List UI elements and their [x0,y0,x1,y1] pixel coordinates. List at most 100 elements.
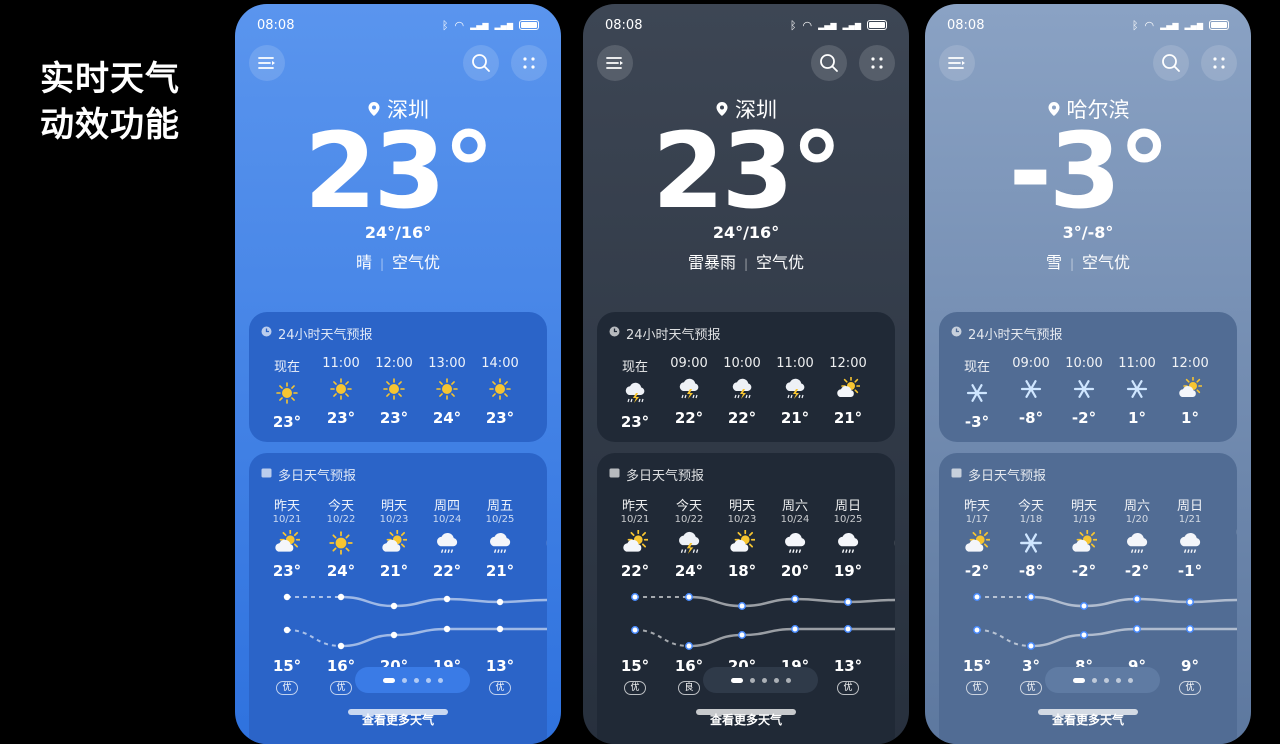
day-icon-wrap [1059,529,1109,560]
day-label: 明天 [380,499,407,514]
daily-low: 9 [1219,657,1237,675]
grid-dots-icon [871,57,883,69]
page-dot[interactable] [401,677,407,683]
page-dot[interactable] [1115,677,1121,683]
daily-item[interactable]: 周五 10/25 21° [475,495,525,580]
current-temperature: 23° [304,110,495,232]
low-temp-line-point [738,631,746,639]
daily-item[interactable]: 周四 10/24 22° [422,495,472,580]
daily-item[interactable]: 明天 10/23 18° [717,495,767,580]
rain-icon [434,530,460,560]
search-button[interactable] [463,45,499,81]
page-indicator[interactable] [355,667,470,693]
more-weather-link[interactable]: 查看更多天气 [235,711,561,728]
hourly-forecast-card[interactable]: 24小时天气预报 现在 23° 11:00 23° 12:00 23° 13:00 24° 14:… [249,312,547,442]
day-label: 周六 [781,499,808,514]
search-button[interactable] [1153,45,1189,81]
more-options-button[interactable] [511,45,547,81]
page-dot[interactable] [437,677,443,683]
page-dot[interactable] [1091,677,1097,683]
daily-forecast-card[interactable]: 多日天气预报 昨天 1/17 -2° 15° 优今天 1/18 -8° 3° 优明天 1/19 -2°… [939,453,1237,744]
more-weather-link[interactable]: 查看更多天气 [925,711,1251,728]
city-menu-button[interactable] [249,45,285,81]
city-menu-button[interactable] [939,45,975,81]
daily-item[interactable]: 周- [1219,495,1237,569]
daily-item[interactable]: 周10 2 [877,495,895,580]
more-options-button[interactable] [859,45,895,81]
city-menu-button[interactable] [597,45,633,81]
daily-item[interactable]: 今天 10/22 24° [316,495,366,580]
hourly-forecast-card[interactable]: 24小时天气预报 现在 23° 09:00 22° 10:00 22° 11:00 21° 12:… [597,312,895,442]
daily-item[interactable]: 今天 1/18 -8° [1006,495,1056,580]
status-time: 08:08 [257,17,295,33]
air-quality[interactable]: 空气优 [392,253,440,272]
page-dot[interactable] [1072,677,1085,683]
day-label: 周日 [834,499,861,514]
aqi-badge: 优 [1020,681,1042,695]
daily-item[interactable]: 明天 1/19 -2° [1059,495,1109,580]
separator: | [379,257,385,271]
more-weather-link[interactable]: 查看更多天气 [583,711,909,728]
high-temp-line-point [390,602,398,610]
daily-forecast-card[interactable]: 多日天气预报 昨天 10/21 23° 15° 优今天 10/22 24° 16° 优明天 10/2… [249,453,547,744]
page-dot[interactable] [425,677,431,683]
page-dot[interactable] [761,677,767,683]
daily-item[interactable]: 周日 1/21 -1° [1165,495,1215,580]
status-bar: 08:08 ᛒ ◠ ▂▄▆ ▂▄▆ [257,16,539,34]
daily-item[interactable]: 周日 10/25 19° [823,495,873,580]
date-label: 1/19 [1072,514,1096,525]
clock-icon [609,326,620,341]
wifi-icon: ◠ [1144,18,1155,32]
daily-item[interactable]: 周1 2 [529,495,547,580]
daily-forecast-card[interactable]: 多日天气预报 昨天 10/21 22° 15° 优今天 10/22 24° 16° 良明天 10/2… [597,453,895,744]
page-dot[interactable] [773,677,779,683]
day-icon-wrap [529,530,547,560]
air-quality[interactable]: 空气优 [1082,253,1130,272]
low-temp-line-point [496,625,504,633]
page-dot[interactable] [382,677,395,683]
daily-item[interactable]: 周六 10/24 20° [770,495,820,580]
day-high-temp: 19° [833,562,863,580]
date-label: 10/23 [379,514,409,525]
page-dot[interactable] [1127,677,1133,683]
hour-label: 现在 [963,360,990,375]
page-dot[interactable] [1103,677,1109,683]
page-dot[interactable] [785,677,791,683]
page-indicator[interactable] [1045,667,1160,693]
headline-line-2: 动效功能 [40,105,180,145]
daily-item[interactable]: 今天 10/22 24° [664,495,714,580]
page-indicator[interactable] [703,667,818,693]
daily-item[interactable]: 明天 10/23 21° [369,495,419,580]
cloud-sun-icon [381,529,408,560]
sun-icon [275,381,299,409]
hourly-item: 11:00 23° [316,356,366,427]
day-high-temp: 21° [485,562,515,580]
page-dot[interactable] [749,677,755,683]
hour-icon-wrap [1112,377,1162,405]
day-icon-wrap [823,530,873,560]
hour-icon-wrap [422,377,472,405]
hour-temp: - [1219,409,1237,427]
day-icon-wrap [475,530,525,560]
weather-phone-sunny: 08:08 ᛒ ◠ ▂▄▆ ▂▄▆ 深圳 23° 24°/16° 晴 | 空气优 24小时天气预报 现在… [235,4,561,744]
more-options-button[interactable] [1201,45,1237,81]
search-button[interactable] [811,45,847,81]
daily-low: 1 [877,657,895,675]
hourly-forecast-card[interactable]: 24小时天气预报 现在 -3° 09:00 -8° 10:00 -2° 11:00 1° 12:0… [939,312,1237,442]
page-dot[interactable] [413,677,419,683]
daily-item[interactable]: 昨天 1/17 -2° [952,495,1002,580]
low-temp-line-point [844,625,852,633]
hour-label: 12:00 [375,356,413,371]
search-icon [472,54,490,72]
air-quality[interactable]: 空气优 [756,253,804,272]
sun-icon [488,377,512,405]
page-dot[interactable] [730,677,743,683]
day-icon-wrap [664,530,714,560]
daily-item[interactable]: 周六 1/20 -2° [1112,495,1162,580]
day-label: 今天 [327,499,354,514]
daily-item[interactable]: 昨天 10/21 23° [262,495,312,580]
search-icon [820,54,838,72]
daily-item[interactable]: 昨天 10/21 22° [610,495,660,580]
low-temp-line [340,627,547,648]
hour-label: 11:00 [1118,356,1156,371]
